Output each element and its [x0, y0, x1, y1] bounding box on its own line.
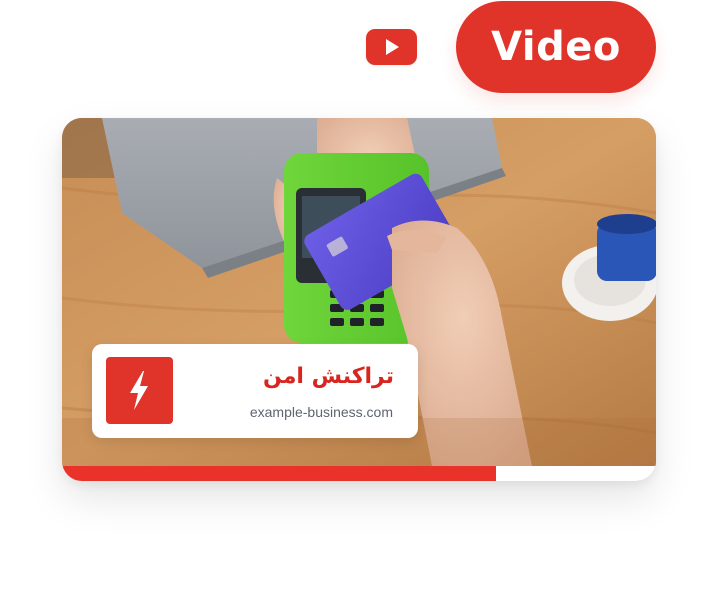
info-title: تراکنش امن [263, 364, 394, 389]
video-badge-button[interactable]: Video [456, 1, 656, 93]
info-box: تراکنش امن example-business.com [92, 344, 418, 438]
info-url[interactable]: example-business.com [250, 404, 393, 420]
youtube-play-icon[interactable] [366, 29, 417, 65]
video-progress-track[interactable] [62, 466, 656, 481]
video-label: Video [491, 24, 621, 70]
video-progress-fill [62, 466, 496, 481]
video-card[interactable]: تراکنش امن example-business.com [62, 118, 656, 481]
lightning-bolt-icon [106, 357, 173, 424]
page: Video تراکنش امن example-business.com [0, 0, 720, 598]
